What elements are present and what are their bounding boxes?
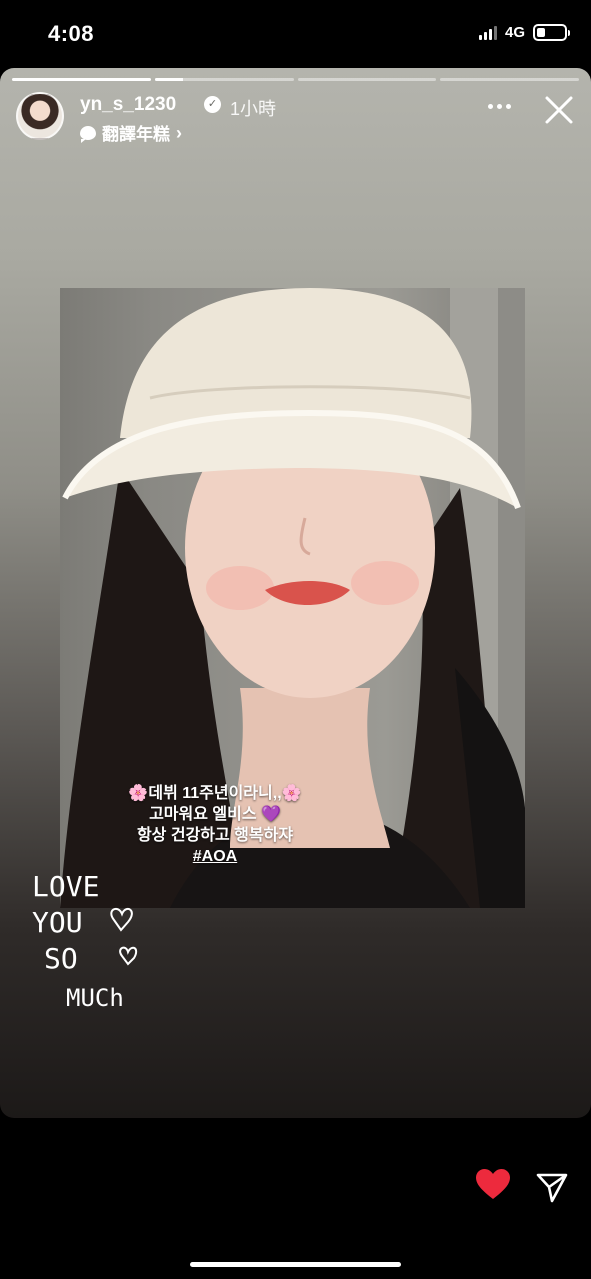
caption-line: 항상 건강하고 행복하쟈 [136, 827, 294, 844]
status-bar: 4:08 4G [0, 0, 591, 68]
story-footer [0, 1118, 591, 1279]
avatar[interactable] [16, 92, 64, 140]
chevron-right-icon: › [176, 122, 182, 143]
doodle-text: LOVE [32, 870, 99, 903]
progress-segment [154, 78, 294, 81]
hashtag-link[interactable]: #AOA [60, 846, 370, 867]
progress-segment [440, 78, 579, 81]
close-icon[interactable] [543, 94, 575, 126]
username[interactable]: yn_s_1230 [80, 94, 176, 116]
send-icon[interactable] [535, 1170, 569, 1204]
translate-label: 翻譯年糕 [102, 125, 170, 144]
story-caption: 🌸데뷔 11주년이라니,,🌸 고마워요 엘비스 💜 항상 건강하고 행복하쟈 #… [60, 783, 370, 867]
caption-line: 고마워요 엘비스 💜 [149, 806, 281, 823]
home-indicator [190, 1262, 401, 1267]
doodle-text: MUCh [66, 984, 124, 1012]
handwriting-doodle: LOVE YOU SO MUCh [32, 870, 138, 1012]
story-header: yn_s_1230 ✓ 1小時 翻譯年糕 › [16, 92, 575, 144]
translate-button[interactable]: 翻譯年糕 › [80, 120, 182, 145]
verified-badge-icon: ✓ [204, 96, 221, 113]
more-options-icon[interactable] [488, 104, 511, 109]
signal-icon [478, 25, 497, 40]
heart-doodle-icon [110, 907, 133, 932]
caption-line: 🌸데뷔 11주년이라니,,🌸 [128, 785, 302, 802]
speech-bubble-icon [80, 125, 96, 143]
network-type: 4G [504, 24, 525, 41]
heart-doodle-icon [119, 946, 138, 966]
story-photo: 🌸데뷔 11주년이라니,,🌸 고마워요 엘비스 💜 항상 건강하고 행복하쟈 #… [60, 288, 525, 908]
story-progress [12, 78, 579, 81]
story-viewer[interactable]: yn_s_1230 ✓ 1小時 翻譯年糕 › 🌸데뷔 11주년이라니,,🌸 고마… [0, 68, 591, 1118]
progress-segment [12, 78, 151, 81]
status-indicators: 4G [478, 24, 570, 41]
heart-icon[interactable] [475, 1168, 511, 1200]
doodle-text: YOU [32, 906, 83, 939]
progress-segment [297, 78, 437, 81]
battery-icon [533, 24, 570, 41]
status-time: 4:08 [48, 21, 95, 46]
post-time: 1小時 [230, 99, 277, 119]
doodle-text: SO [44, 942, 78, 975]
